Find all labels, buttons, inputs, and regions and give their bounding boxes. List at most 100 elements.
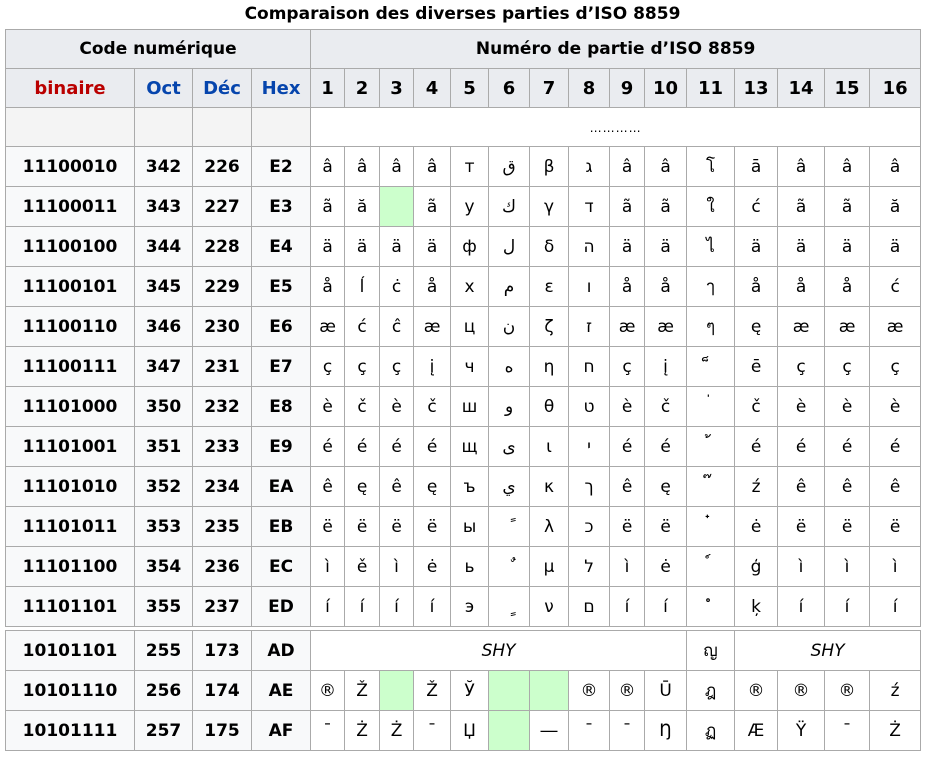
binary-code: 11101101 xyxy=(5,586,135,627)
decimal-code: 235 xyxy=(192,506,252,547)
part-header-6: 6 xyxy=(488,68,531,108)
char-cell-part-14: å xyxy=(777,266,826,307)
binary-code: 10101110 xyxy=(5,670,135,711)
hex-code: AD xyxy=(250,630,312,671)
hex-code: E9 xyxy=(250,426,312,467)
char-cell-part-4: é xyxy=(413,426,452,467)
octal-code: 345 xyxy=(134,266,193,307)
char-cell-part-7: ζ xyxy=(529,306,570,347)
char-cell-part-10: ä xyxy=(644,226,688,267)
placeholder-cell xyxy=(250,107,312,147)
char-cell-part-9: í xyxy=(609,586,646,627)
octal-code: 350 xyxy=(134,386,193,427)
shy-cell: SHY xyxy=(310,630,688,671)
octal-code: 347 xyxy=(134,346,193,387)
char-cell-part-1: ¯ xyxy=(310,710,346,751)
char-cell-part-4: ë xyxy=(413,506,452,547)
char-cell-part-2: ć xyxy=(344,306,381,347)
binary-code: 11100010 xyxy=(5,146,135,187)
decimal-code: 231 xyxy=(192,346,252,387)
char-cell-part-3 xyxy=(379,670,415,711)
char-cell-part-9: ã xyxy=(609,186,646,227)
table-row: 11101100354236ECìěìėьٌμלìė์ģììì xyxy=(5,546,922,587)
char-cell-part-7: γ xyxy=(529,186,570,227)
char-cell-part-1: ® xyxy=(310,670,346,711)
part-header-5: 5 xyxy=(450,68,490,108)
char-cell-part-6: ٌ xyxy=(488,546,531,587)
char-cell-part-14: â xyxy=(777,146,826,187)
char-cell-part-7: ν xyxy=(529,586,570,627)
char-cell-part-4: æ xyxy=(413,306,452,347)
char-cell-part-5: Џ xyxy=(450,710,490,751)
char-cell-part-14: ë xyxy=(777,506,826,547)
char-cell-part-16: ì xyxy=(869,546,922,587)
char-cell-part-7: δ xyxy=(529,226,570,267)
char-cell-part-13: ® xyxy=(734,670,779,711)
char-cell-part-7: κ xyxy=(529,466,570,507)
char-cell-part-5: х xyxy=(450,266,490,307)
char-cell-part-10: Ū xyxy=(644,670,688,711)
char-cell-part-5: ъ xyxy=(450,466,490,507)
char-cell-part-9: å xyxy=(609,266,646,307)
char-cell-part-6: ً xyxy=(488,506,531,547)
char-cell-part-15: è xyxy=(824,386,871,427)
part-header-2: 2 xyxy=(344,68,381,108)
char-cell-part-5: у xyxy=(450,186,490,227)
char-cell-part-2: ě xyxy=(344,546,381,587)
char-cell-part-7: ε xyxy=(529,266,570,307)
part-header-4: 4 xyxy=(413,68,452,108)
decimal-code: 226 xyxy=(192,146,252,187)
char-cell-part-1: â xyxy=(310,146,346,187)
char-cell-part-10: ė xyxy=(644,546,688,587)
code-numerique-header: Code numérique xyxy=(4,29,312,69)
char-cell-part-11: ๊ xyxy=(686,466,736,507)
placeholder-cell xyxy=(5,107,135,147)
char-cell-part-10: Ŋ xyxy=(644,710,688,751)
part-header-14: 14 xyxy=(777,68,826,108)
hex-code: AF xyxy=(250,710,312,751)
char-cell-part-1: ë xyxy=(310,506,346,547)
char-cell-part-14: ê xyxy=(777,466,826,507)
char-cell-part-11: ฏ xyxy=(686,710,736,751)
char-cell-part-4: å xyxy=(413,266,452,307)
octal-code: 344 xyxy=(134,226,193,267)
decimal-code: 174 xyxy=(192,670,252,711)
char-cell-part-7: η xyxy=(529,346,570,387)
char-cell-part-16: ä xyxy=(869,226,922,267)
char-cell-part-15: í xyxy=(824,586,871,627)
char-cell-part-16: ç xyxy=(869,346,922,387)
char-cell-part-3: ä xyxy=(379,226,415,267)
shy-cell: SHY xyxy=(734,630,922,671)
octal-code: 354 xyxy=(134,546,193,587)
char-cell-part-3: ĉ xyxy=(379,306,415,347)
hex-header: Hex xyxy=(250,68,312,108)
char-cell-part-4: Ž xyxy=(413,670,452,711)
char-cell-part-13: ź xyxy=(734,466,779,507)
char-cell-part-2: ç xyxy=(344,346,381,387)
char-cell-part-2: ę xyxy=(344,466,381,507)
char-cell-part-10: ë xyxy=(644,506,688,547)
char-cell-part-8: ® xyxy=(568,670,611,711)
part-header-3: 3 xyxy=(379,68,415,108)
char-cell-part-6: م xyxy=(488,266,531,307)
char-cell-part-11: ๋ xyxy=(686,506,736,547)
char-cell-part-10: å xyxy=(644,266,688,307)
char-cell-part-8: י xyxy=(568,426,611,467)
decimal-code: 236 xyxy=(192,546,252,587)
char-cell-part-8: ח xyxy=(568,346,611,387)
char-cell-part-16: ă xyxy=(869,186,922,227)
decimal-code: 227 xyxy=(192,186,252,227)
char-cell-part-15: ã xyxy=(824,186,871,227)
placeholder-cell xyxy=(192,107,252,147)
char-cell-part-11: ใ xyxy=(686,186,736,227)
char-cell-part-1: ì xyxy=(310,546,346,587)
char-cell-part-11: ฎ xyxy=(686,670,736,711)
part-header-11: 11 xyxy=(686,68,736,108)
placeholder-dots-cell: ………… xyxy=(310,107,922,147)
char-cell-part-11: ๅ xyxy=(686,266,736,307)
hex-code: E7 xyxy=(250,346,312,387)
char-cell-part-3: é xyxy=(379,426,415,467)
char-cell-part-10: é xyxy=(644,426,688,467)
page-title: Comparaison des diverses parties d’ISO 8… xyxy=(244,4,681,24)
table-row: 11100011 343 227 E3 ã ă ã у ك γ ד ã ã ใ ć ã ã ă xyxy=(5,186,922,227)
